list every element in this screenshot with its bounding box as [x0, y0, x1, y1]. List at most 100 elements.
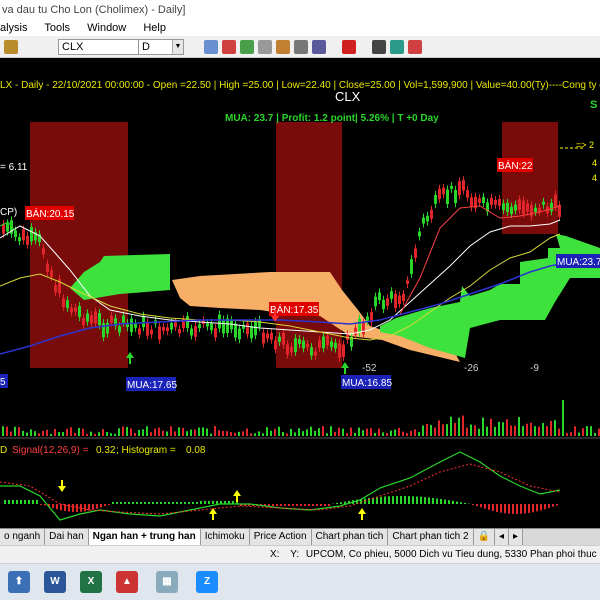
candle-body: [150, 329, 153, 335]
right-edge-label: S: [590, 99, 597, 111]
volume-bar: [226, 431, 228, 436]
volume-bar: [574, 426, 576, 436]
histogram-bar: [188, 502, 190, 504]
candle-body: [306, 343, 309, 348]
color-picker-icon[interactable]: [342, 40, 356, 54]
tab-price-action[interactable]: Price Action: [249, 529, 312, 545]
price-chart[interactable]: LX - Daily - 22/10/2021 00:00:00 - Open …: [0, 58, 600, 528]
candle-body: [518, 199, 521, 210]
period-combo[interactable]: D ▼: [138, 39, 184, 55]
histogram-bar: [392, 496, 394, 504]
histogram-bar: [100, 504, 102, 508]
chart-area[interactable]: LX - Daily - 22/10/2021 00:00:00 - Open …: [0, 58, 600, 528]
volume-bar: [314, 430, 316, 436]
app-icon[interactable]: ⬆: [8, 571, 30, 593]
target-arrow-label: => 2: [576, 140, 594, 150]
histogram-bar: [200, 501, 202, 504]
fib-tool-icon[interactable]: [390, 40, 404, 54]
status-y: Y:: [290, 549, 300, 560]
volume-bar: [390, 430, 392, 436]
line-tool-icon[interactable]: [372, 40, 386, 54]
menu-analysis[interactable]: alysis: [0, 22, 28, 34]
candle-body: [406, 280, 409, 284]
chart-icon[interactable]: [240, 40, 254, 54]
volume-bar: [414, 429, 416, 436]
volume-bar: [14, 426, 16, 436]
amibroker-icon[interactable]: ▲: [116, 571, 138, 593]
menu-tools[interactable]: Tools: [44, 22, 70, 34]
scroll-right-icon[interactable]: ▸: [509, 529, 524, 545]
histogram-bar: [376, 497, 378, 504]
hand-icon[interactable]: [258, 40, 272, 54]
histogram-bar: [508, 504, 510, 514]
histogram-bar: [384, 496, 386, 504]
gear-icon[interactable]: [204, 40, 218, 54]
tab-nganh[interactable]: o nganh: [0, 529, 46, 545]
volume-bar: [446, 424, 448, 436]
candle-body: [466, 190, 469, 198]
histogram-bar: [404, 496, 406, 504]
grid-icon[interactable]: [312, 40, 326, 54]
volume-bar: [6, 426, 8, 436]
excel-icon[interactable]: X: [80, 571, 102, 593]
candle-body: [442, 187, 445, 195]
toolbar-grip-icon[interactable]: [4, 40, 18, 54]
volume-bar: [386, 433, 388, 436]
histogram-bar: [416, 496, 418, 504]
menu-window[interactable]: Window: [87, 22, 126, 34]
menu-help[interactable]: Help: [143, 22, 166, 34]
volume-bar: [50, 433, 52, 436]
candle-body: [446, 189, 449, 205]
histogram-bar: [460, 502, 462, 504]
buy-label: MUA:16.85: [342, 378, 392, 389]
candle-body: [314, 351, 317, 356]
tab-ichimoku[interactable]: Ichimoku: [200, 529, 250, 545]
zoom-icon[interactable]: [294, 40, 308, 54]
word-icon[interactable]: W: [44, 571, 66, 593]
candle-body: [142, 315, 145, 328]
tab-chart-phan-tich[interactable]: Chart phan tich: [311, 529, 389, 545]
zalo-icon[interactable]: Z: [196, 571, 218, 593]
volume-bar: [594, 433, 596, 436]
pencil-icon[interactable]: [276, 40, 290, 54]
scroll-left-icon[interactable]: ◂: [494, 529, 509, 545]
volume-bar: [306, 429, 308, 436]
tab-chart-phan-tich-2[interactable]: Chart phan tich 2: [388, 529, 474, 545]
heart-icon[interactable]: [222, 40, 236, 54]
candle-body: [378, 292, 381, 301]
candle-body: [78, 305, 81, 318]
histogram-bar: [484, 504, 486, 509]
candle-body: [74, 307, 77, 312]
tab-ngan-han-trung-han[interactable]: Ngan han + trung han: [88, 529, 201, 545]
chevron-down-icon[interactable]: ▼: [172, 40, 183, 54]
histogram-bar: [108, 504, 110, 505]
tab-dai-han[interactable]: Dai han: [45, 529, 89, 545]
candle-body: [422, 217, 425, 224]
film-icon[interactable]: ▦: [156, 571, 178, 593]
macd-arrow-icon: [209, 508, 217, 520]
candle-body: [110, 315, 113, 323]
candle-body: [310, 347, 313, 356]
histogram-bar: [60, 504, 62, 511]
candle-body: [534, 207, 537, 212]
candle-body: [390, 291, 393, 299]
candle-body: [366, 316, 369, 322]
histogram-bar: [152, 502, 154, 504]
volume-bar: [62, 432, 64, 436]
candle-body: [542, 201, 545, 205]
candle-body: [270, 332, 273, 340]
candle-body: [6, 223, 9, 232]
volume-bar: [526, 423, 528, 436]
volume-bar: [250, 433, 252, 436]
volume-bar: [262, 433, 264, 436]
candle-body: [514, 204, 517, 211]
magnet-icon[interactable]: [408, 40, 422, 54]
histogram-bar: [528, 504, 530, 513]
histogram-bar: [544, 504, 546, 510]
lock-icon[interactable]: 🔒: [473, 529, 495, 545]
histogram-bar: [156, 502, 158, 504]
histogram-bar: [76, 504, 78, 512]
volume-bar: [130, 428, 132, 436]
histogram-bar: [164, 502, 166, 504]
histogram-bar: [72, 504, 74, 512]
